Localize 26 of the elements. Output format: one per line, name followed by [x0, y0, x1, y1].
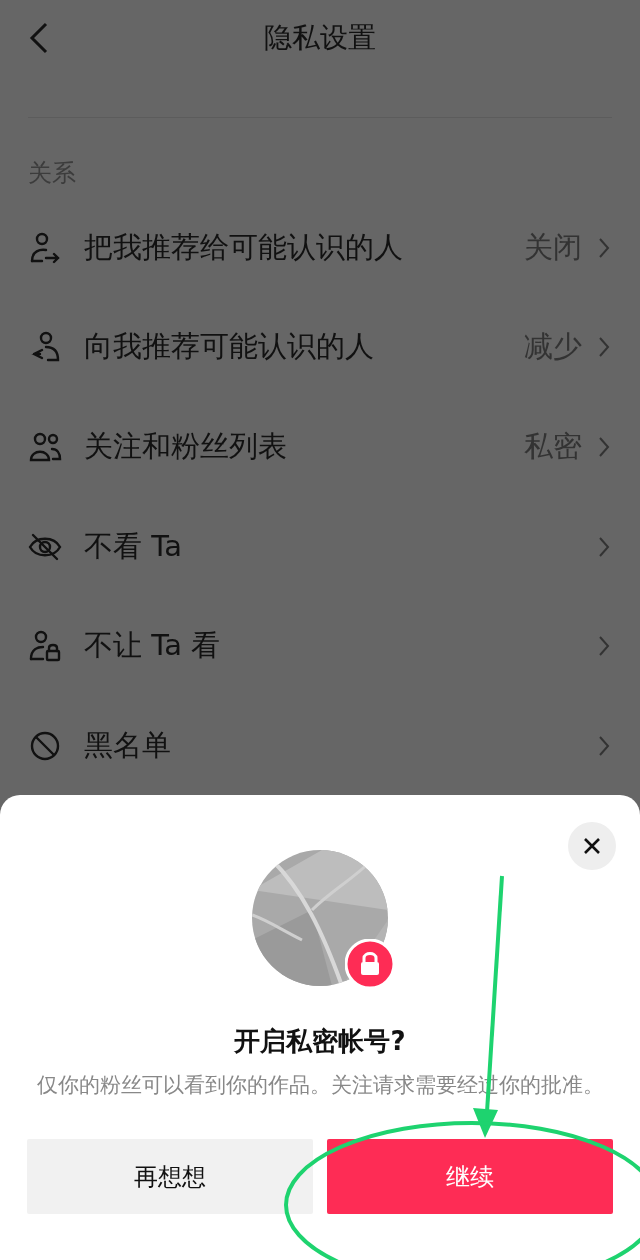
- close-button[interactable]: [568, 822, 616, 870]
- person-arrow-icon: [28, 230, 62, 265]
- chevron-icon: [598, 734, 610, 757]
- cancel-button[interactable]: 再想想: [27, 1139, 313, 1214]
- back-icon[interactable]: [28, 21, 50, 55]
- row-label: 把我推荐给可能认识的人: [84, 228, 404, 266]
- settings-row[interactable]: 不看 Ta: [0, 496, 640, 597]
- people-icon: [28, 430, 62, 464]
- chevron-icon: [598, 236, 610, 259]
- chevron-icon: [598, 436, 610, 458]
- row-label: 向我推荐可能认识的人: [84, 328, 375, 366]
- row-label: 不让 Ta 看: [84, 627, 222, 665]
- row-label: 关注和粉丝列表: [84, 428, 288, 465]
- settings-row[interactable]: 黑名单: [0, 695, 640, 796]
- lock-badge-icon: [345, 939, 395, 989]
- chevron-icon: [598, 336, 610, 359]
- row-label: 不看 Ta: [84, 527, 183, 565]
- close-icon: [583, 837, 601, 855]
- chevron-icon: [598, 635, 610, 658]
- chevron-icon: [598, 535, 610, 558]
- row-label: 黑名单: [84, 726, 172, 764]
- continue-button[interactable]: 继续: [327, 1139, 613, 1214]
- dialog-title: 开启私密帐号?: [233, 1025, 407, 1058]
- person-lock-icon: [28, 629, 62, 664]
- page-title: 隐私设置: [264, 19, 376, 56]
- settings-row[interactable]: 不让 Ta 看: [0, 596, 640, 696]
